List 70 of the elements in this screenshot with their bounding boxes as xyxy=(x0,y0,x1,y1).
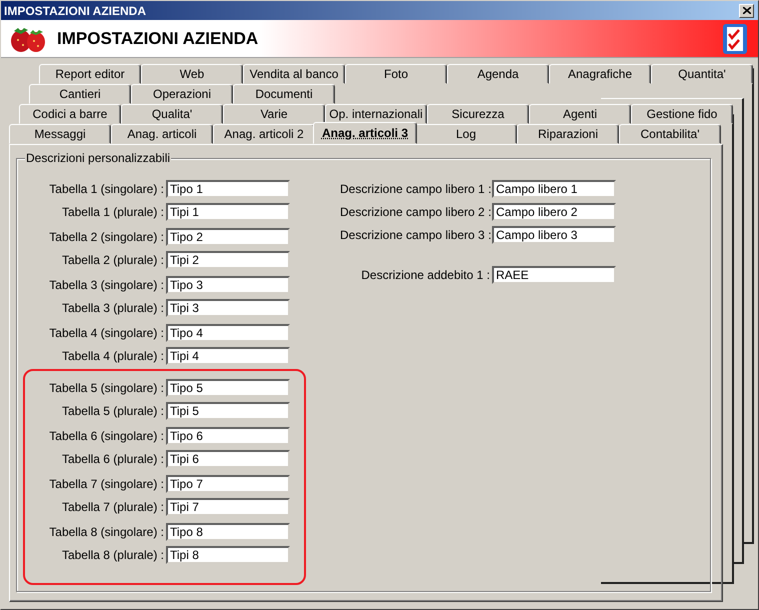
text-field[interactable]: Tipo 3 xyxy=(166,276,290,294)
field-label: Tabella 3 (plurale) : xyxy=(60,301,164,315)
text-field[interactable]: Tipo 2 xyxy=(166,228,290,246)
field-label: Tabella 5 (plurale) : xyxy=(60,404,164,418)
text-field[interactable]: Tipi 3 xyxy=(166,299,290,317)
tab[interactable]: Contabilita' xyxy=(619,124,721,144)
tab[interactable]: Riparazioni xyxy=(517,124,619,144)
text-field[interactable]: Tipi 1 xyxy=(166,203,290,221)
tab[interactable]: Report editor xyxy=(39,64,141,84)
field-label: Tabella 6 (singolare) : xyxy=(48,429,164,443)
field-label: Tabella 4 (singolare) : xyxy=(48,326,164,340)
text-field[interactable]: Tipo 4 xyxy=(166,324,290,342)
text-field[interactable]: Campo libero 1 xyxy=(492,180,616,198)
field-label: Tabella 6 (plurale) : xyxy=(60,452,164,466)
group-title: Descrizioni personalizzabili xyxy=(25,151,172,165)
field-label: Tabella 1 (plurale) : xyxy=(60,205,164,219)
tab[interactable]: Anag. articoli 2 xyxy=(213,124,315,144)
tab[interactable]: Web xyxy=(141,64,243,84)
tab[interactable]: Anagrafiche xyxy=(549,64,651,84)
field-label: Descrizione addebito 1 : xyxy=(360,268,490,282)
text-field[interactable]: Tipo 1 xyxy=(166,180,290,198)
tab[interactable]: Varie xyxy=(223,104,325,124)
tab[interactable]: Documenti xyxy=(233,84,335,104)
tab[interactable]: Anag. articoli xyxy=(111,124,213,144)
field-label: Descrizione campo libero 1 : xyxy=(340,182,490,196)
text-field[interactable]: Campo libero 2 xyxy=(492,203,616,221)
tab[interactable]: Codici a barre xyxy=(19,104,121,124)
text-field[interactable]: Tipi 6 xyxy=(166,450,290,468)
field-label: Descrizione campo libero 2 : xyxy=(340,205,490,219)
text-field[interactable]: Tipo 5 xyxy=(166,379,290,397)
tab[interactable]: Messaggi xyxy=(9,124,111,144)
tab[interactable]: Anag. articoli 3 xyxy=(313,122,417,144)
tab[interactable]: Sicurezza xyxy=(427,104,529,124)
field-label: Tabella 7 (plurale) : xyxy=(60,500,164,514)
field-label: Tabella 1 (singolare) : xyxy=(48,182,164,196)
field-label: Tabella 4 (plurale) : xyxy=(60,349,164,363)
tab[interactable]: Gestione fido xyxy=(631,104,733,124)
text-field[interactable]: Tipi 4 xyxy=(166,347,290,365)
text-field[interactable]: Tipi 8 xyxy=(166,546,290,564)
field-label: Tabella 8 (plurale) : xyxy=(60,548,164,562)
tab[interactable]: Cantieri xyxy=(29,84,131,104)
text-field[interactable]: Tipo 8 xyxy=(166,523,290,541)
tab[interactable]: Agenti xyxy=(529,104,631,124)
header-title: IMPOSTAZIONI AZIENDA xyxy=(57,28,260,48)
tab[interactable]: Op. internazionali xyxy=(325,104,427,124)
field-label: Tabella 7 (singolare) : xyxy=(48,477,164,491)
tab[interactable]: Foto xyxy=(345,64,447,84)
field-label: Tabella 3 (singolare) : xyxy=(48,278,164,292)
tab[interactable]: Qualita' xyxy=(121,104,223,124)
close-icon xyxy=(742,7,750,14)
text-field[interactable]: RAEE xyxy=(492,266,616,284)
field-label: Tabella 8 (singolare) : xyxy=(48,525,164,539)
checklist-icon xyxy=(722,22,748,54)
tab[interactable]: Agenda xyxy=(447,64,549,84)
text-field[interactable]: Campo libero 3 xyxy=(492,226,616,244)
tab[interactable]: Log xyxy=(415,124,517,144)
tab[interactable]: Vendita al banco xyxy=(243,64,345,84)
window-title: IMPOSTAZIONI AZIENDA xyxy=(4,4,146,18)
tab[interactable]: Quantita' xyxy=(651,64,753,84)
text-field[interactable]: Tipi 7 xyxy=(166,498,290,516)
close-button[interactable] xyxy=(739,4,754,18)
tab[interactable]: Operazioni xyxy=(131,84,233,104)
field-label: Tabella 5 (singolare) : xyxy=(48,381,164,395)
field-label: Tabella 2 (plurale) : xyxy=(60,253,164,267)
text-field[interactable]: Tipo 7 xyxy=(166,475,290,493)
text-field[interactable]: Tipo 6 xyxy=(166,427,290,445)
text-field[interactable]: Tipi 2 xyxy=(166,251,290,269)
text-field[interactable]: Tipi 5 xyxy=(166,402,290,420)
field-label: Tabella 2 (singolare) : xyxy=(48,230,164,244)
field-label: Descrizione campo libero 3 : xyxy=(340,228,490,242)
